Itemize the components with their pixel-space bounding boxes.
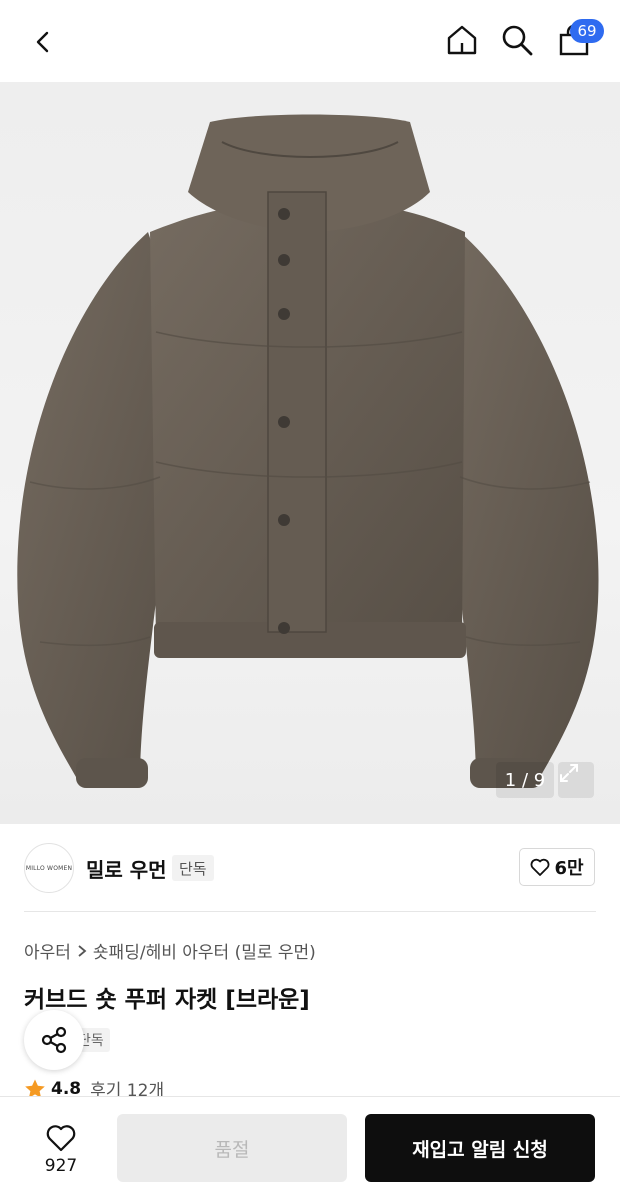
brand-like-count: 6만 bbox=[554, 858, 584, 879]
wishlist-count: 927 bbox=[44, 1156, 78, 1176]
cart-count-badge: 69 bbox=[570, 19, 604, 43]
expand-button[interactable] bbox=[558, 762, 594, 798]
home-button[interactable] bbox=[440, 18, 484, 62]
wishlist-button[interactable]: 927 bbox=[26, 1115, 96, 1185]
share-icon bbox=[41, 1026, 67, 1054]
exclusive-badge: 단독 bbox=[172, 855, 214, 881]
search-icon bbox=[502, 25, 533, 56]
restock-alert-button[interactable]: 재입고 알림 신청 bbox=[365, 1114, 595, 1182]
expand-icon bbox=[560, 764, 578, 782]
product-image-gallery[interactable]: 1 / 9 bbox=[0, 82, 620, 824]
brand-like-button[interactable]: 6만 bbox=[519, 848, 595, 886]
chevron-right-icon bbox=[78, 944, 87, 957]
home-icon bbox=[447, 25, 477, 55]
brand-row[interactable]: MILLO WOMEN 밀로 우먼 단독 6만 bbox=[0, 824, 620, 912]
brand-name[interactable]: 밀로 우먼 bbox=[86, 854, 167, 883]
breadcrumb-item[interactable]: 숏패딩/헤비 아우터 (밀로 우먼) bbox=[93, 938, 316, 963]
share-button[interactable] bbox=[24, 1010, 84, 1070]
top-bar: 69 bbox=[0, 0, 620, 82]
back-button[interactable] bbox=[22, 20, 66, 64]
brand-logo[interactable]: MILLO WOMEN bbox=[24, 843, 74, 893]
product-title: 커브드 숏 푸퍼 자켓 [브라운] bbox=[24, 987, 310, 1013]
breadcrumb-item[interactable]: 아우터 bbox=[24, 938, 71, 963]
search-button[interactable] bbox=[495, 18, 539, 62]
heart-icon bbox=[46, 1125, 76, 1152]
soldout-button: 품절 bbox=[117, 1114, 347, 1182]
heart-icon bbox=[531, 858, 550, 876]
breadcrumb: 아우터 숏패딩/헤비 아우터 (밀로 우먼) bbox=[24, 938, 316, 963]
chevron-left-icon bbox=[36, 31, 49, 53]
bottom-action-bar: 927 품절 재입고 알림 신청 bbox=[0, 1096, 620, 1200]
product-image bbox=[17, 114, 599, 788]
image-counter: 1 / 9 bbox=[496, 762, 554, 798]
divider bbox=[24, 911, 596, 912]
